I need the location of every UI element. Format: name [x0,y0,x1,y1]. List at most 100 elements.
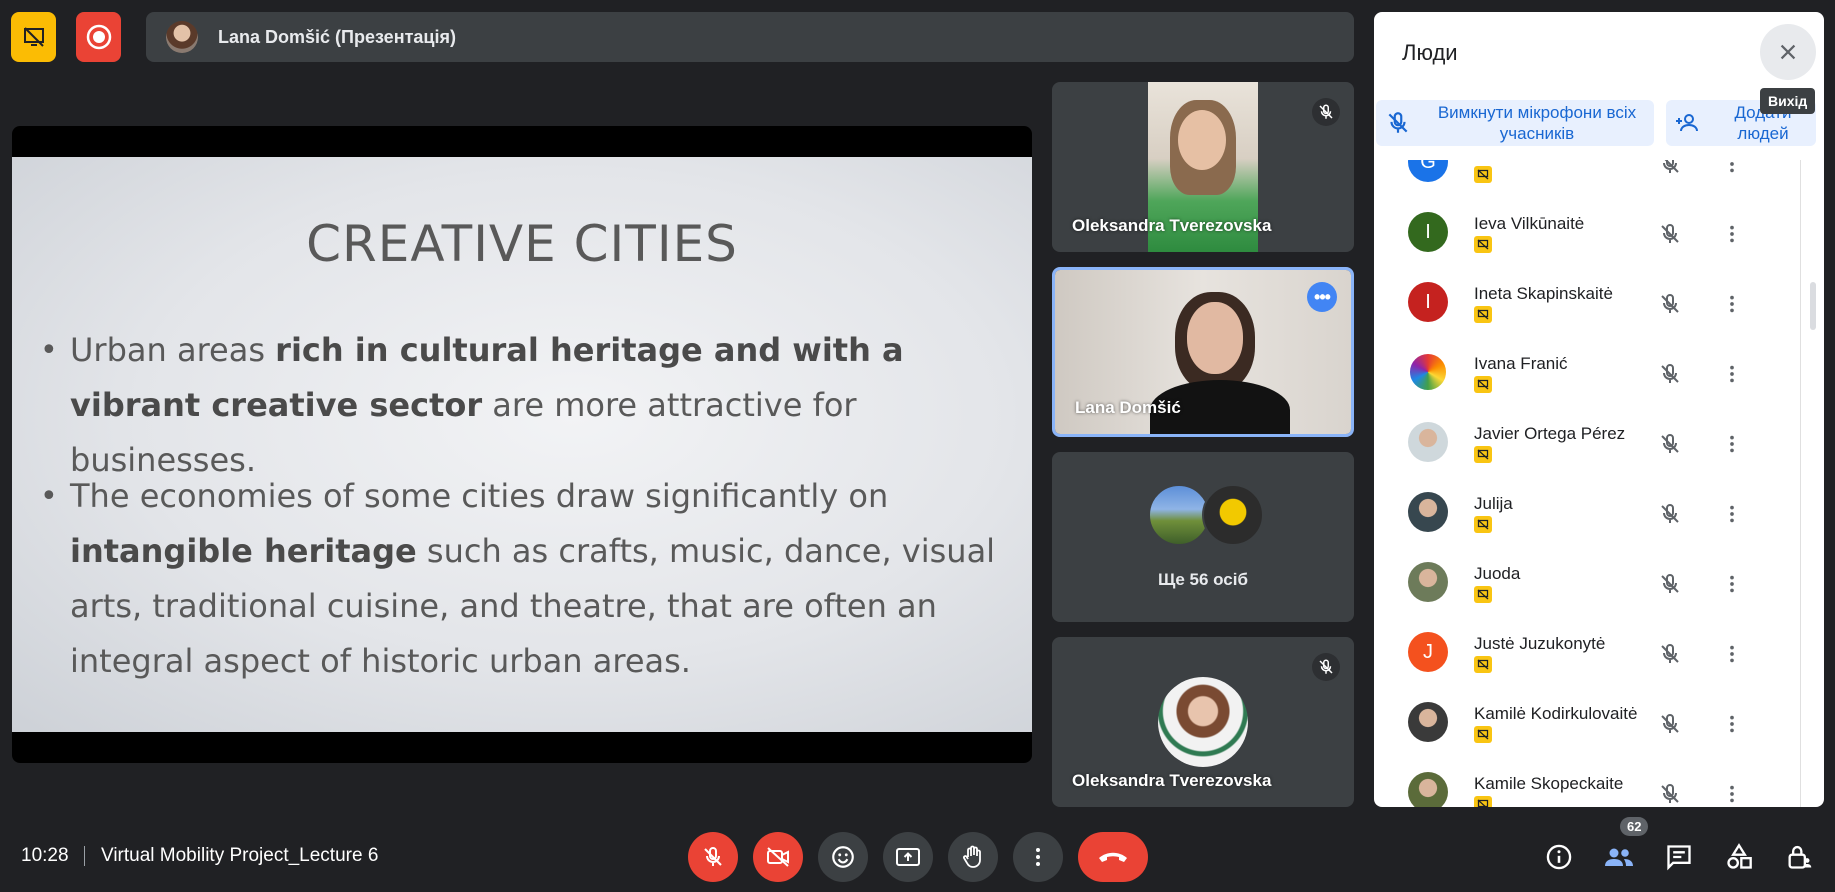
scrollbar[interactable] [1810,282,1816,330]
bullet-bold: intangible heritage [70,532,417,570]
more-participants-tile[interactable]: Ще 56 осіб [1052,452,1354,622]
mic-off-icon[interactable] [1656,160,1684,178]
more-participants-label: Ще 56 осіб [1158,570,1248,589]
avatar [1408,492,1448,532]
recording-button[interactable] [76,12,121,62]
presenting-badge-icon [1474,796,1492,807]
raise-hand-button[interactable] [948,832,998,882]
presenting-badge-icon [1474,656,1492,673]
more-options-button[interactable] [1013,832,1063,882]
mic-off-icon[interactable] [1656,570,1684,598]
presenting-badge-icon [1474,306,1492,323]
mic-off-icon[interactable] [1656,360,1684,388]
participant-row[interactable]: J Justė Juzukonytė [1388,618,1804,688]
participant-row[interactable]: Kamilė Kodirkulovaitė [1388,688,1804,758]
divider [84,846,85,866]
close-panel-button[interactable] [1760,24,1816,80]
participant-count-badge: 62 [1620,817,1649,836]
participant-list: G I Ieva Vilkūnaitė I Ineta Skapinskaitė Ivan… [1388,160,1804,807]
participant-row[interactable]: I Ieva Vilkūnaitė [1388,198,1804,268]
participant-name: Ivana Franić [1474,354,1568,373]
presentation-off-button[interactable] [11,12,56,62]
camera-toggle-button[interactable] [753,832,803,882]
presenting-badge-icon [1474,446,1492,463]
participant-row[interactable]: Juoda [1388,548,1804,618]
camera-off-icon [767,847,789,867]
more-vert-icon[interactable] [1718,220,1746,248]
avatar: J [1408,632,1448,672]
participant-name: Juoda [1474,564,1521,583]
present-icon [896,848,920,866]
list-divider [1800,160,1801,807]
leave-call-button[interactable] [1078,832,1148,882]
avatar: G [1408,160,1448,182]
more-vert-icon[interactable] [1718,780,1746,807]
participant-row[interactable]: Julija [1388,478,1804,548]
participant-tile-active[interactable]: ••• Lana Domšić [1052,267,1354,437]
mic-off-icon [1312,653,1340,681]
more-vert-icon[interactable] [1718,500,1746,528]
participant-row[interactable]: Javier Ortega Pérez [1388,408,1804,478]
avatar [1148,484,1210,546]
more-vert-icon[interactable] [1718,160,1746,178]
presenting-badge-icon [1474,516,1492,533]
presenting-badge-icon [1474,166,1492,183]
mic-off-icon [1312,98,1340,126]
presenting-badge-icon [1474,586,1492,603]
hangup-icon [1099,852,1127,862]
more-vert-icon[interactable] [1718,290,1746,318]
people-button[interactable] [1598,836,1640,878]
mic-off-icon[interactable] [1656,220,1684,248]
lock-person-icon [1788,845,1812,869]
mic-off-icon [1388,112,1408,133]
more-vert-icon[interactable] [1718,710,1746,738]
more-vert-icon[interactable] [1718,360,1746,388]
participant-name: Ieva Vilkūnaitė [1474,214,1585,233]
hand-icon [963,845,981,868]
participant-row[interactable]: G [1388,160,1804,198]
info-icon [1546,844,1572,870]
participant-name: Kamilė Kodirkulovaitė [1474,704,1638,723]
people-icon [1605,848,1633,866]
more-vert-icon[interactable] [1718,640,1746,668]
host-controls-button[interactable] [1778,836,1820,878]
mic-toggle-button[interactable] [688,832,738,882]
mic-off-icon [704,846,722,866]
participant-row[interactable]: Kamile Skopeckaite [1388,758,1804,807]
more-vert-icon[interactable] [1718,570,1746,598]
mic-off-icon[interactable] [1656,500,1684,528]
activities-button[interactable] [1718,836,1760,878]
more-vert-icon[interactable] [1718,430,1746,458]
presenter-bar: Lana Domšić (Презентація) [146,12,1354,62]
participant-name: Justė Juzukonytė [1474,634,1606,653]
mic-off-icon[interactable] [1656,640,1684,668]
mic-off-icon[interactable] [1656,290,1684,318]
avatar-stack [1148,484,1264,546]
participant-name: Oleksandra Tverezovska [1072,771,1272,790]
presentation-view: CREATIVE CITIES Urban areas rich in cult… [12,126,1032,763]
avatar [1408,352,1448,392]
avatar [1408,422,1448,462]
presenting-badge-icon [1474,376,1492,393]
mic-off-icon[interactable] [1656,710,1684,738]
emoji-icon [832,846,854,868]
avatar [1158,677,1248,767]
presenter-name: Lana Domšić (Презентація) [218,26,456,47]
participant-tile[interactable]: Oleksandra Tverezovska [1052,637,1354,807]
mic-off-icon[interactable] [1656,780,1684,807]
mute-all-button[interactable]: Вимкнути мікрофони всіх учасників [1376,100,1654,146]
meeting-details-button[interactable] [1538,836,1580,878]
meeting-title: Virtual Mobility Project_Lecture 6 [101,845,379,866]
present-screen-button[interactable] [883,832,933,882]
avatar [1408,702,1448,742]
participant-tile[interactable]: Oleksandra Tverezovska [1052,82,1354,252]
more-options-button[interactable]: ••• [1307,282,1337,312]
reactions-button[interactable] [818,832,868,882]
avatar [1408,772,1448,807]
slide: CREATIVE CITIES Urban areas rich in cult… [12,157,1032,732]
close-tooltip: Вихід [1760,88,1816,114]
participant-row[interactable]: Ivana Franić [1388,338,1804,408]
participant-row[interactable]: I Ineta Skapinskaitė [1388,268,1804,338]
mic-off-icon[interactable] [1656,430,1684,458]
chat-button[interactable] [1658,836,1700,878]
